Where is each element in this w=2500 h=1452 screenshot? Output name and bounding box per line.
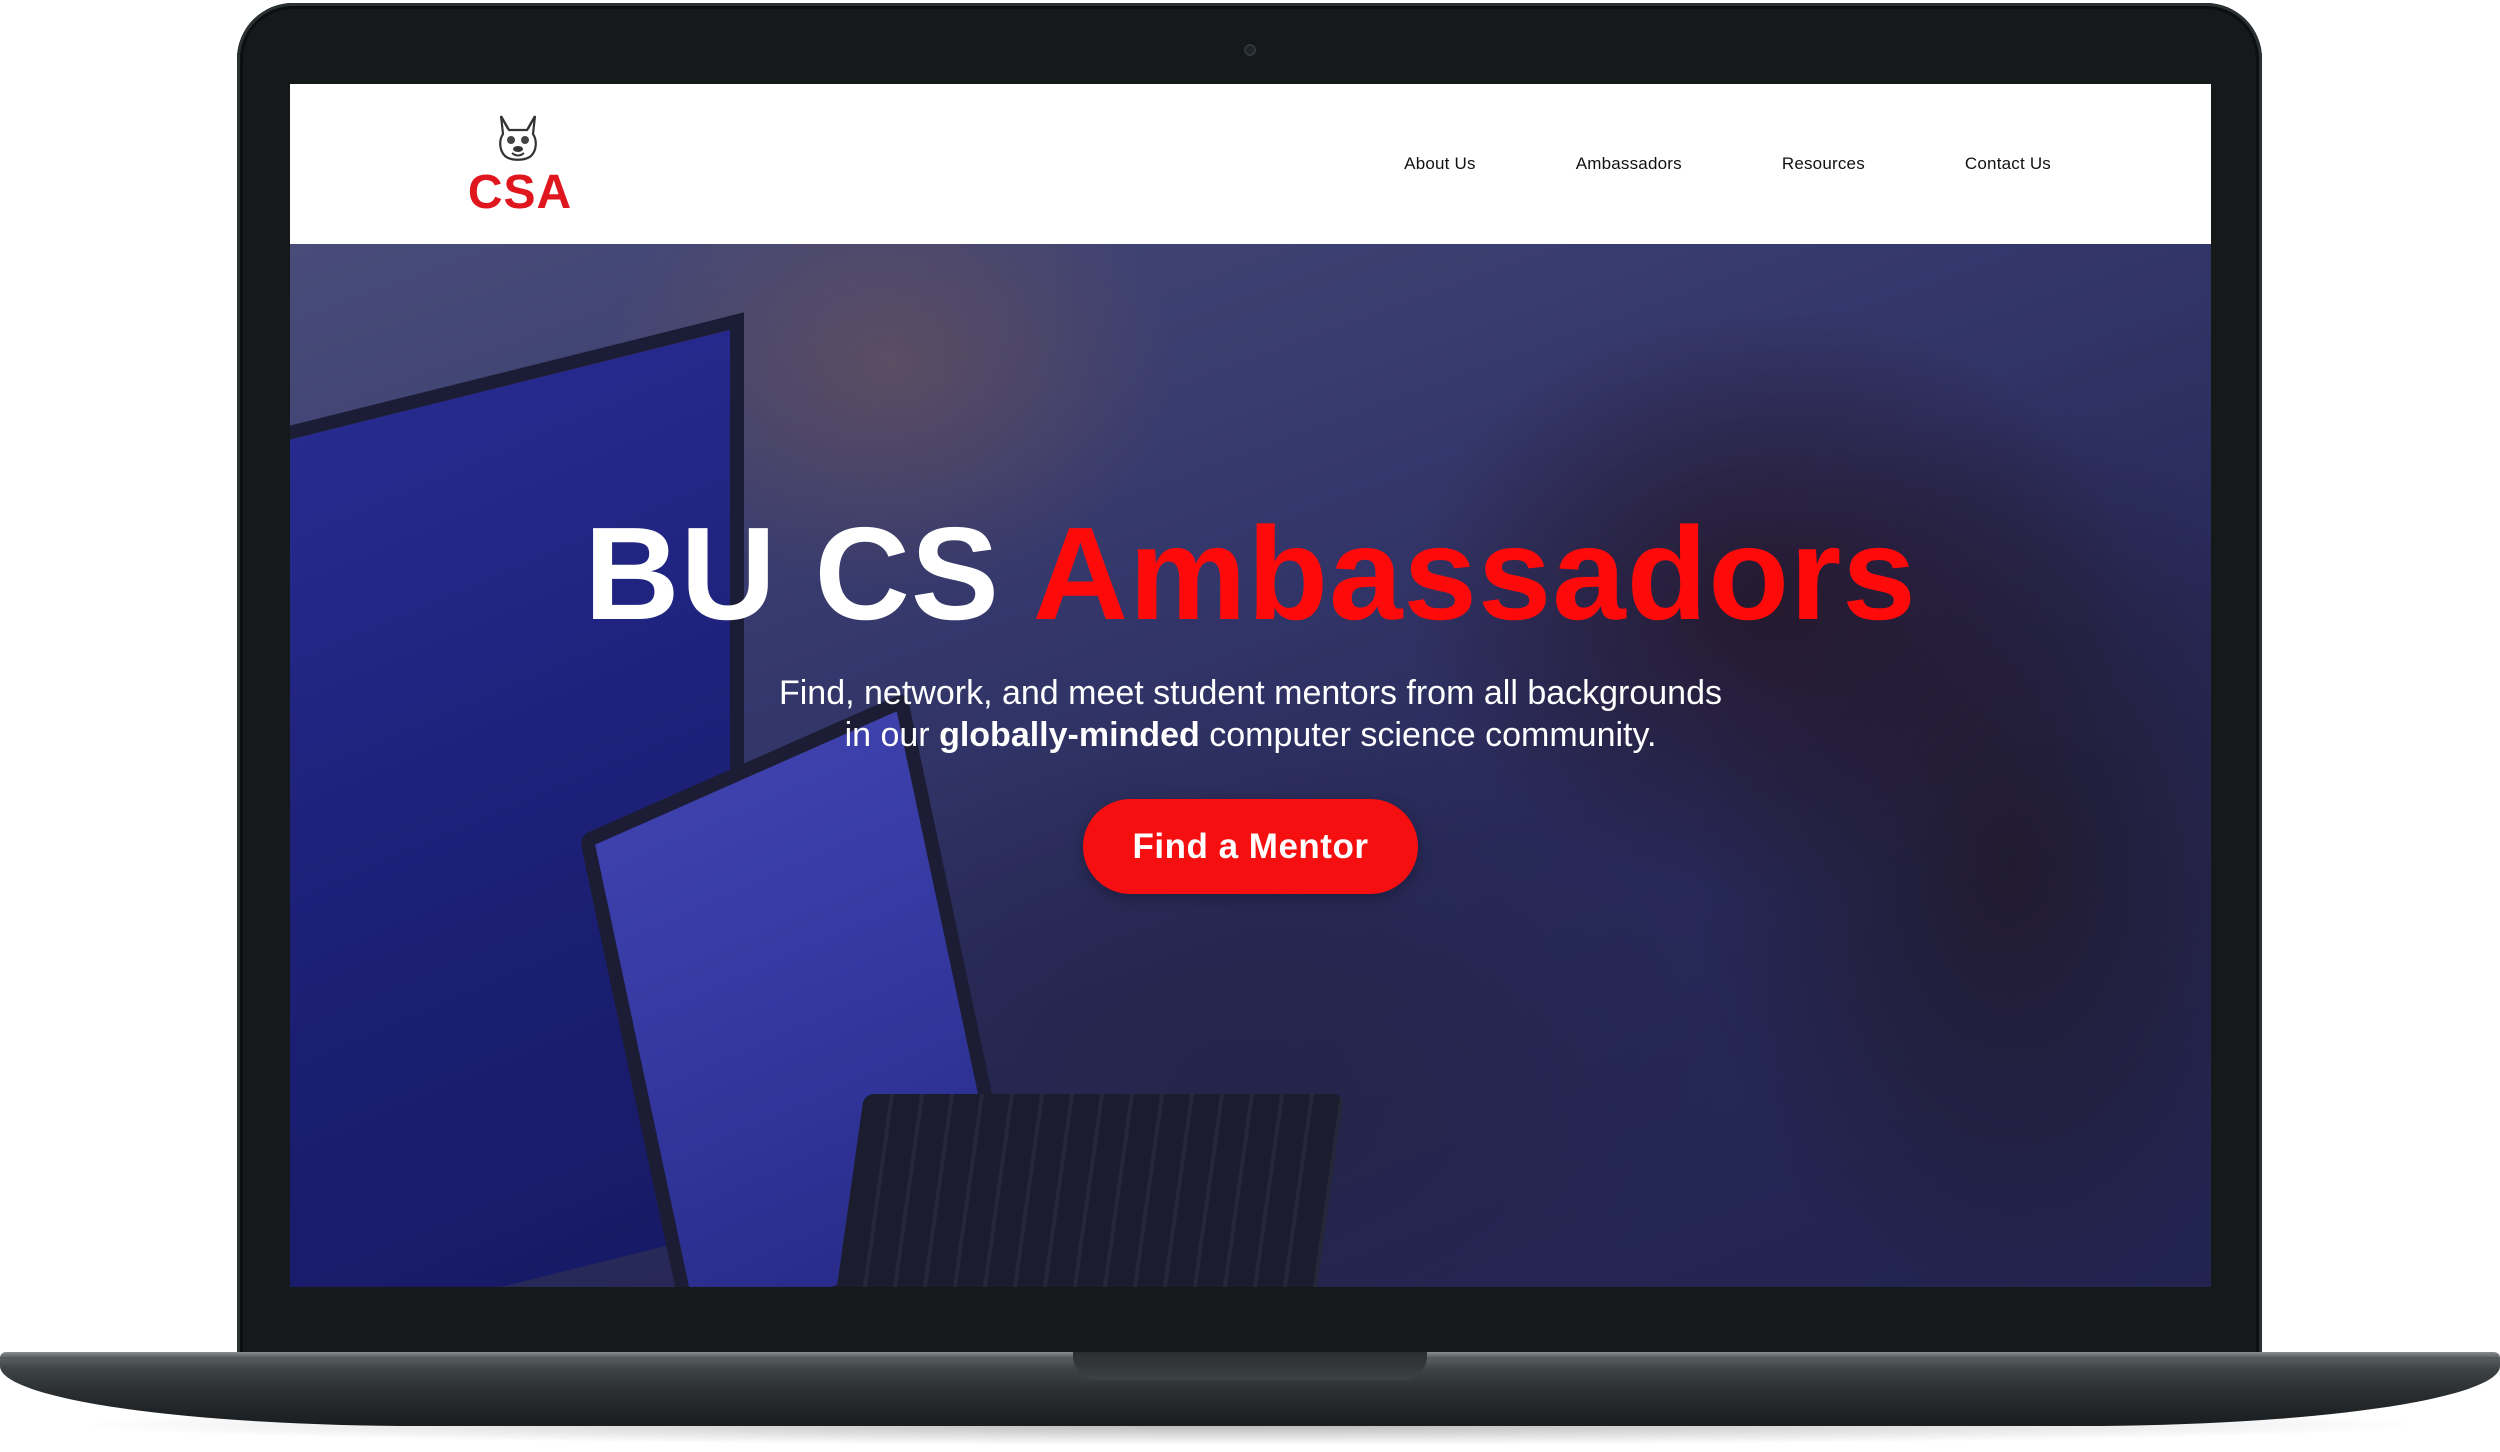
hero-title: BU CS Ambassadors: [290, 499, 2211, 649]
nav-link-ambassadors[interactable]: Ambassadors: [1576, 154, 1682, 174]
nav-link-resources[interactable]: Resources: [1782, 154, 1865, 174]
hero-subtitle-line2-post: computer science community.: [1199, 716, 1657, 754]
hero-content: BU CS Ambassadors Find, network, and mee…: [290, 244, 2211, 1287]
logo-text: CSA: [467, 166, 573, 219]
laptop-mockup: CSA About Us Ambassadors Resources Conta…: [0, 0, 2500, 1452]
laptop-opening-notch: [1073, 1352, 1427, 1380]
hero-title-red: Ambassadors: [1032, 500, 1917, 647]
site-logo[interactable]: CSA: [465, 112, 575, 222]
hero-subtitle-line2-pre: in our: [844, 716, 940, 754]
hero-section: BU CS Ambassadors Find, network, and mee…: [290, 244, 2211, 1287]
main-nav: About Us Ambassadors Resources Contact U…: [1404, 84, 2051, 244]
french-bulldog-icon: [499, 115, 537, 161]
webcam-icon: [1244, 44, 1256, 56]
nav-link-about-us[interactable]: About Us: [1404, 154, 1476, 174]
site-header: CSA About Us Ambassadors Resources Conta…: [290, 84, 2211, 244]
hero-subtitle: Find, network, and meet student mentors …: [290, 672, 2211, 756]
find-a-mentor-button[interactable]: Find a Mentor: [1083, 799, 1418, 894]
hero-subtitle-emphasis: globally-minded: [939, 716, 1200, 754]
hero-title-white: BU CS: [584, 500, 1033, 647]
nav-link-contact-us[interactable]: Contact Us: [1965, 154, 2051, 174]
laptop-screen: CSA About Us Ambassadors Resources Conta…: [290, 84, 2211, 1287]
hero-subtitle-line1: Find, network, and meet student mentors …: [778, 674, 1723, 712]
